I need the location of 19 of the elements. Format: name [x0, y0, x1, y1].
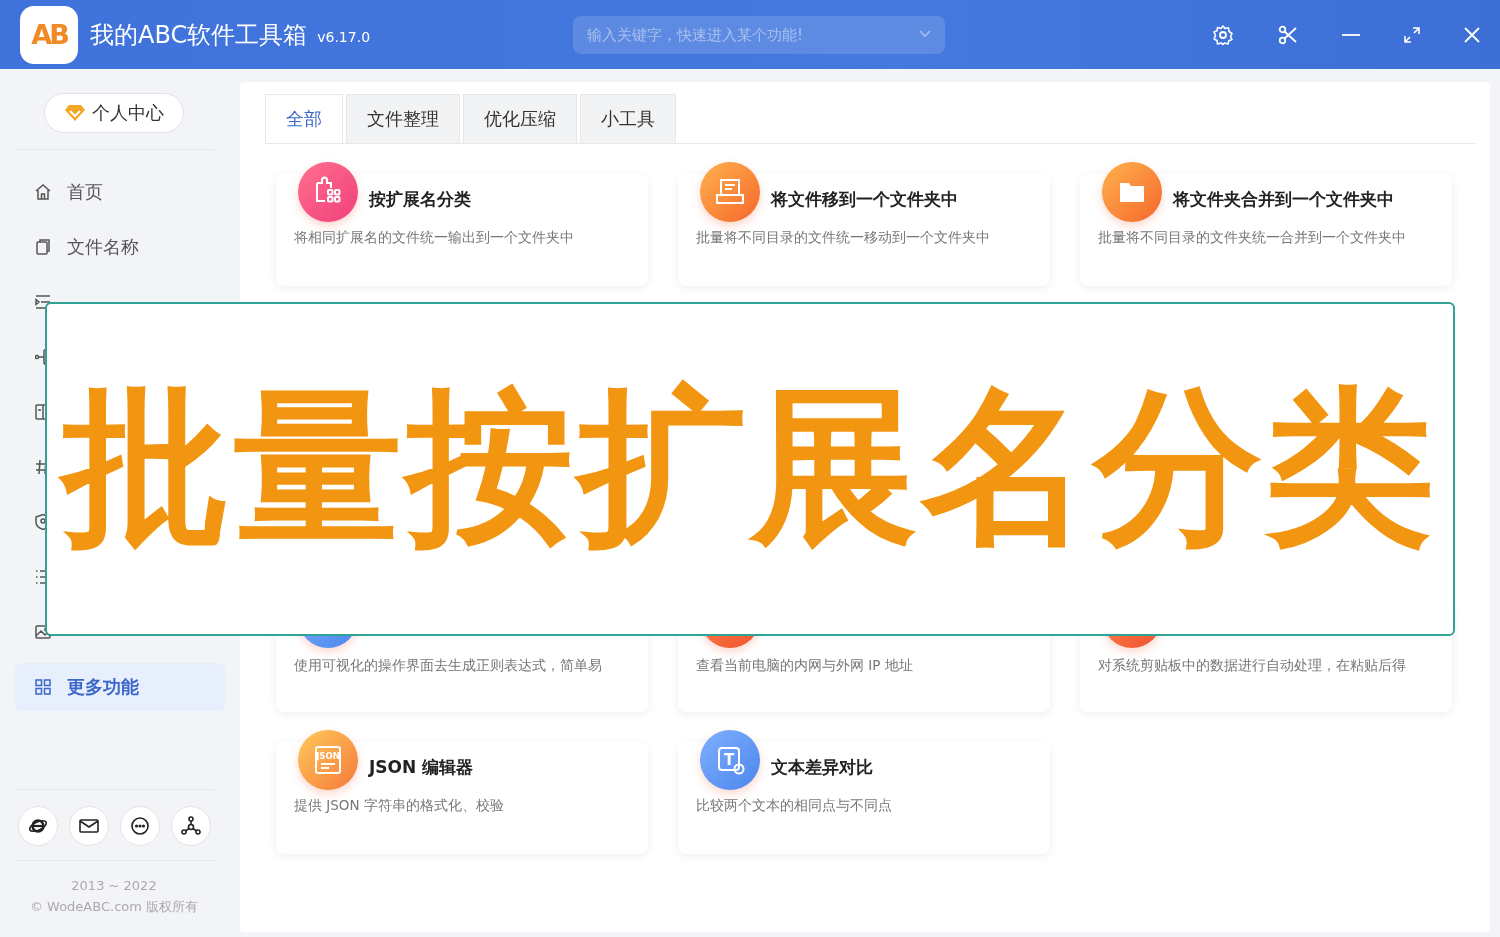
card-title: 文本差异对比	[771, 757, 873, 777]
text-document-icon: T	[700, 730, 760, 790]
card-title: 将文件移到一个文件夹中	[771, 189, 958, 209]
card-title: 将文件夹合并到一个文件夹中	[1173, 189, 1394, 209]
card-description: 使用可视化的操作界面去生成正则表达式，简单易	[294, 657, 603, 675]
card-description: 将相同扩展名的文件统一输出到一个文件夹中	[294, 229, 575, 247]
card-description: 对系统剪贴板中的数据进行自动处理，在粘贴后得	[1098, 657, 1407, 675]
card-description: 查看当前电脑的内网与外网 IP 地址	[696, 657, 914, 675]
copyright-text: © WodeABC.com 版权所有	[28, 898, 200, 916]
card-description: 提供 JSON 字符串的格式化、校验	[294, 797, 505, 815]
app-logo: AB	[20, 5, 78, 64]
card-description: 批量将不同目录的文件夹统一合并到一个文件夹中	[1098, 229, 1407, 247]
card-description: 批量将不同目录的文件统一移动到一个文件夹中	[696, 229, 991, 247]
card-title: JSON 编辑器	[369, 757, 474, 777]
card-title: 按扩展名分类	[369, 189, 471, 209]
version-label: v6.17.0	[317, 28, 371, 45]
years-label: 2013 ~ 2022	[70, 877, 158, 895]
window-title: 我的ABC软件工具箱	[90, 19, 308, 51]
card-description: 比较两个文本的相同点与不同点	[696, 797, 893, 815]
